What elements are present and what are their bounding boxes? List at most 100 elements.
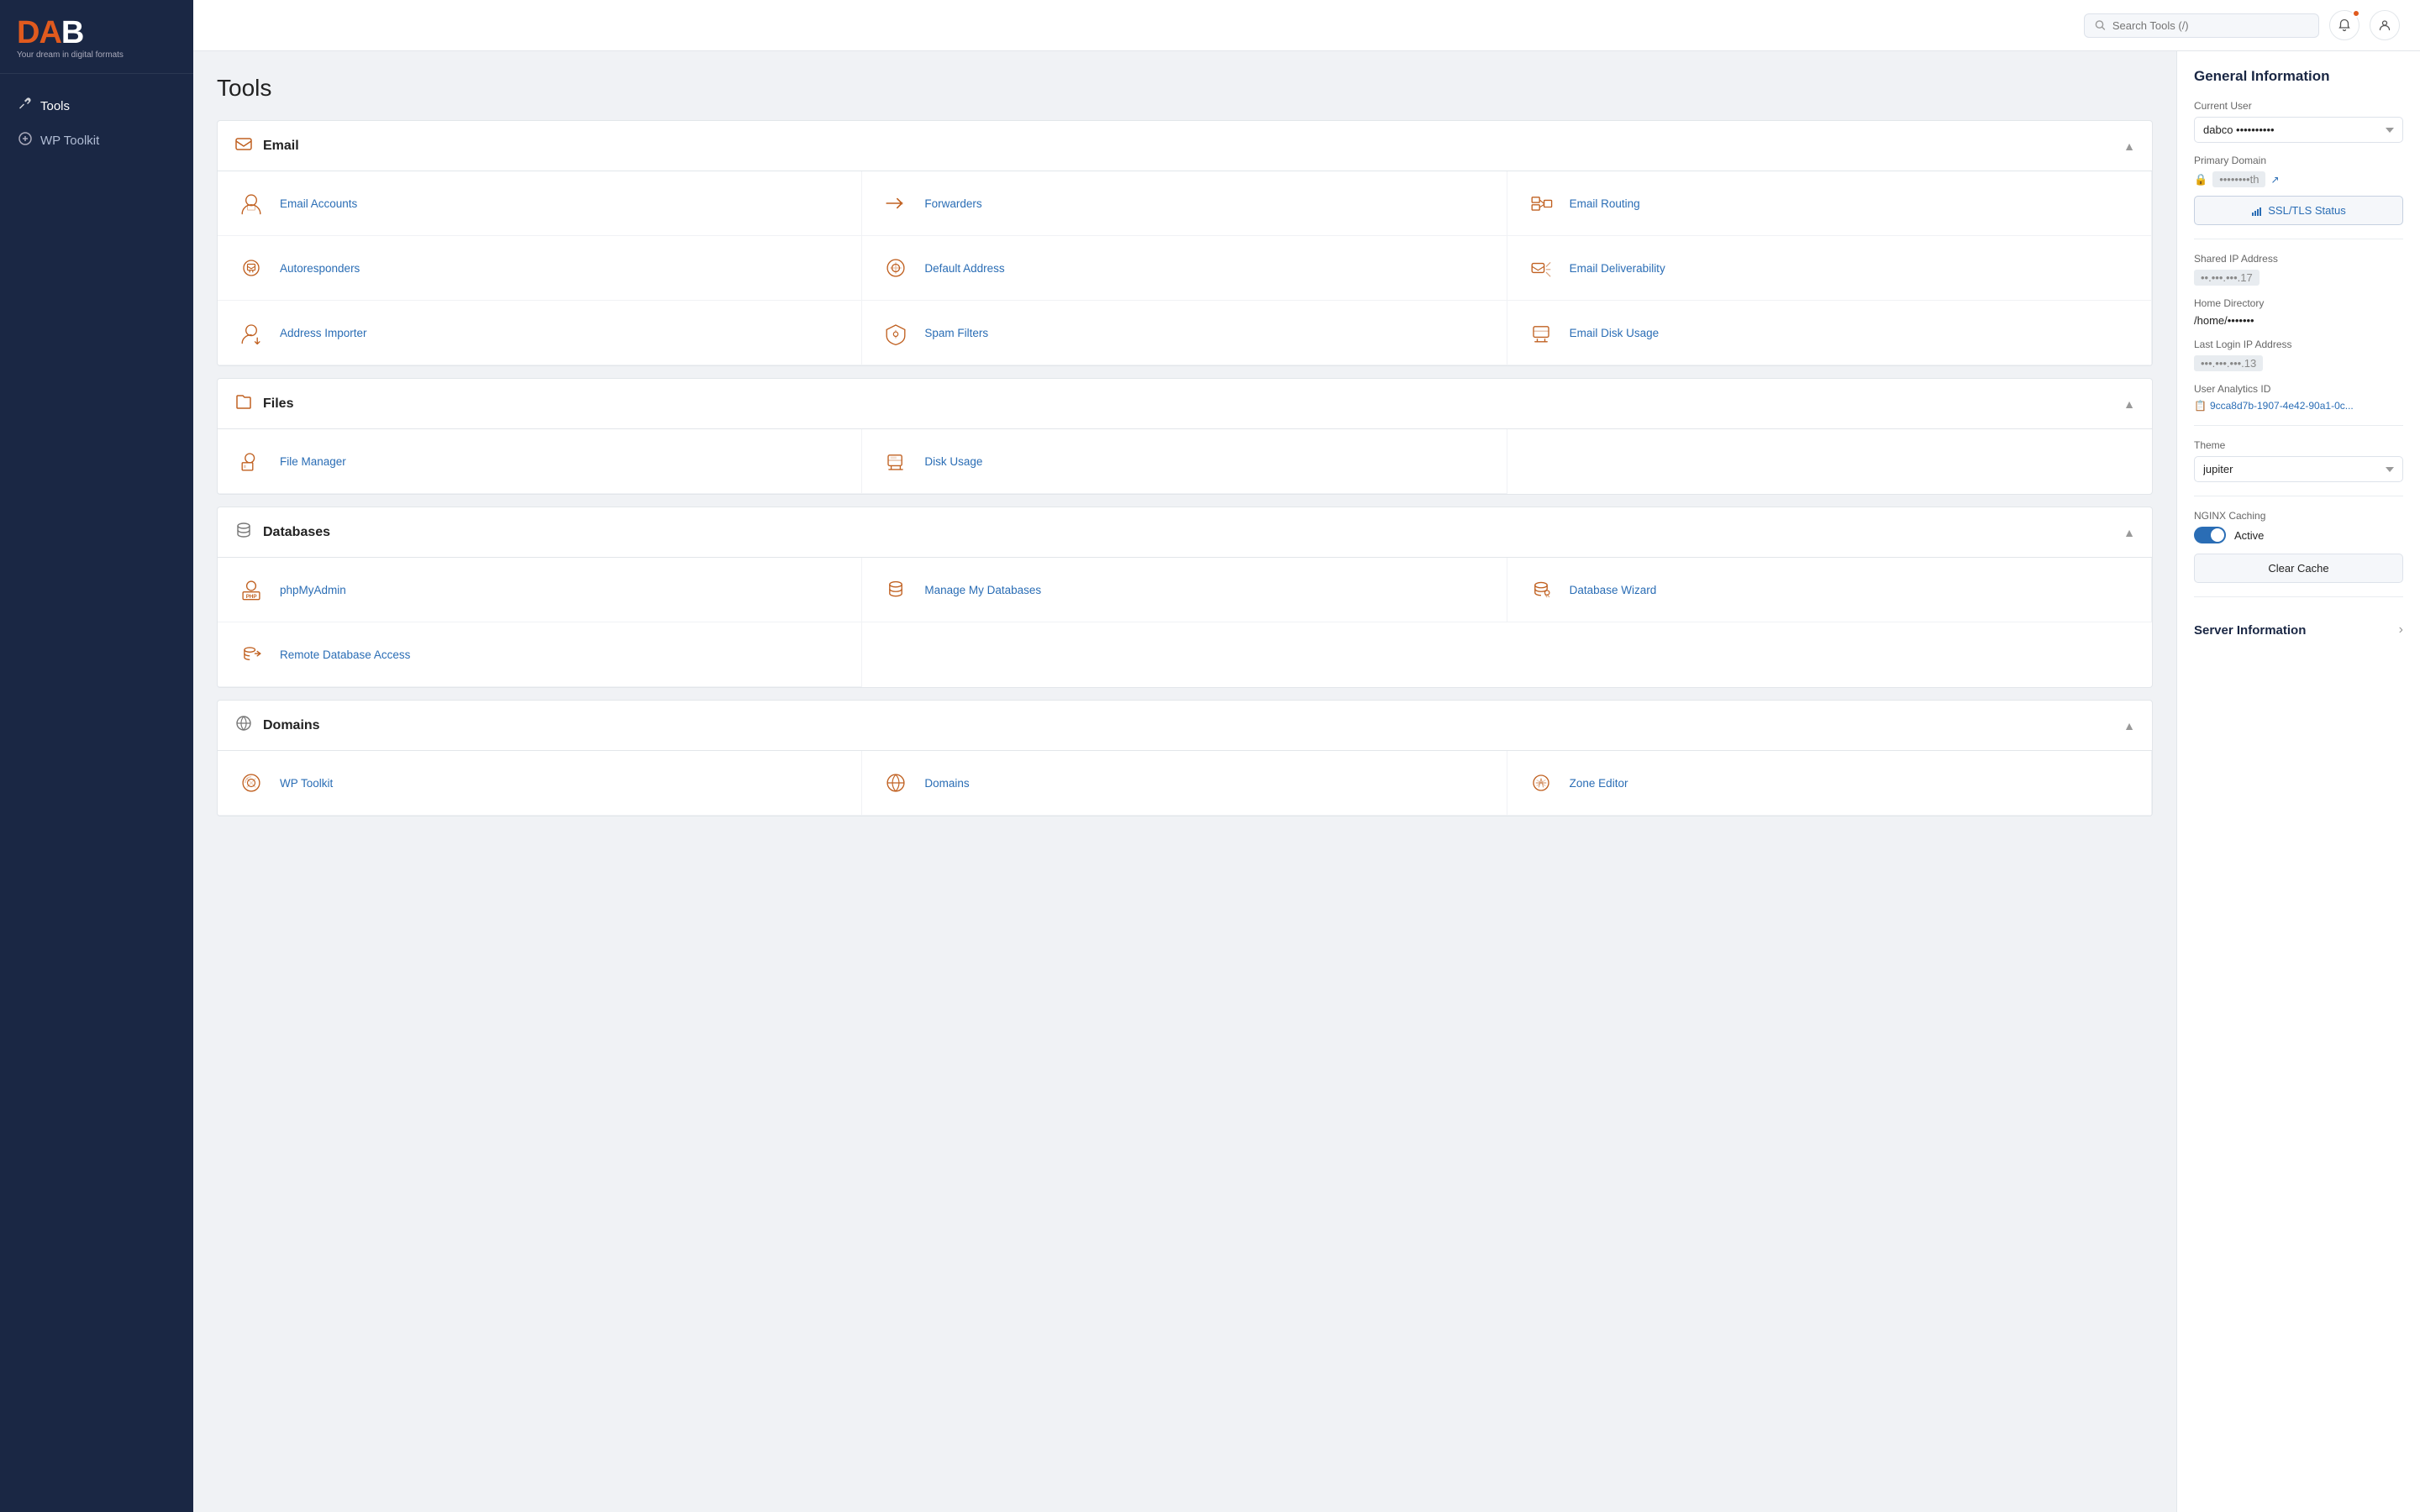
divider-4 bbox=[2194, 596, 2403, 597]
email-section-body: Email Accounts Forwarders bbox=[218, 171, 2152, 365]
tool-item-autoresponders[interactable]: Autoresponders bbox=[218, 236, 862, 301]
tool-item-email-deliverability[interactable]: Email Deliverability bbox=[1507, 236, 2152, 301]
tool-item-remote-db-access[interactable]: Remote Database Access bbox=[218, 622, 862, 687]
clear-cache-button[interactable]: Clear Cache bbox=[2194, 554, 2403, 583]
domains-chevron-icon: ▲ bbox=[2123, 719, 2135, 732]
ssl-tls-label: SSL/TLS Status bbox=[2268, 204, 2346, 217]
server-info-label: Server Information bbox=[2194, 623, 2306, 638]
search-input[interactable] bbox=[2112, 19, 2308, 32]
email-section-icon bbox=[234, 134, 253, 157]
tool-item-spam-filters[interactable]: Spam Filters bbox=[862, 301, 1507, 365]
panel-title: General Information bbox=[2194, 68, 2403, 85]
last-login-label: Last Login IP Address bbox=[2194, 339, 2403, 350]
forwarders-label: Forwarders bbox=[924, 197, 981, 210]
sidebar-item-tools[interactable]: Tools bbox=[0, 89, 193, 123]
remote-db-access-label: Remote Database Access bbox=[280, 648, 410, 661]
current-user-select[interactable]: dabco •••••••••• bbox=[2194, 117, 2403, 143]
address-importer-icon bbox=[234, 316, 268, 349]
zone-editor-icon bbox=[1524, 766, 1558, 800]
tool-item-email-accounts[interactable]: Email Accounts bbox=[218, 171, 862, 236]
autoresponders-label: Autoresponders bbox=[280, 262, 360, 275]
nginx-status-row: Active bbox=[2194, 527, 2403, 543]
wp-icon bbox=[18, 132, 32, 150]
address-importer-label: Address Importer bbox=[280, 327, 367, 339]
brand-tagline: Your dream in digital formats bbox=[17, 50, 124, 60]
files-section-icon bbox=[234, 392, 253, 415]
files-section-body: File Manager Disk Usage bbox=[218, 429, 2152, 494]
domains-section: Domains ▲ bbox=[217, 700, 2153, 816]
databases-section-header[interactable]: Databases ▲ bbox=[218, 507, 2152, 558]
ssl-tls-button[interactable]: SSL/TLS Status bbox=[2194, 196, 2403, 225]
notifications-button[interactable] bbox=[2329, 10, 2360, 40]
tool-item-disk-usage[interactable]: Disk Usage bbox=[862, 429, 1507, 494]
user-icon bbox=[2378, 18, 2391, 32]
tool-item-wp-toolkit[interactable]: WP Toolkit bbox=[218, 751, 862, 816]
home-dir-value: /home/••••••• bbox=[2194, 314, 2403, 327]
notification-badge bbox=[2352, 9, 2360, 18]
file-manager-label: File Manager bbox=[280, 455, 346, 468]
nginx-active-label: Active bbox=[2234, 529, 2264, 542]
spam-filters-label: Spam Filters bbox=[924, 327, 988, 339]
tool-item-email-disk-usage[interactable]: Email Disk Usage bbox=[1507, 301, 2152, 365]
tool-item-email-routing[interactable]: Email Routing bbox=[1507, 171, 2152, 236]
theme-select[interactable]: jupiter bbox=[2194, 456, 2403, 482]
shared-ip-value: ••.•••.•••.17 bbox=[2194, 270, 2260, 286]
tool-item-file-manager[interactable]: File Manager bbox=[218, 429, 862, 494]
divider-2 bbox=[2194, 425, 2403, 426]
tool-item-domains[interactable]: Domains bbox=[862, 751, 1507, 816]
database-wizard-icon bbox=[1524, 573, 1558, 606]
external-link-icon[interactable]: ↗ bbox=[2270, 174, 2279, 186]
email-disk-usage-icon bbox=[1524, 316, 1558, 349]
autoresponders-icon bbox=[234, 251, 268, 285]
files-section: Files ▲ File Manager bbox=[217, 378, 2153, 495]
shared-ip-label: Shared IP Address bbox=[2194, 253, 2403, 265]
domains-section-header[interactable]: Domains ▲ bbox=[218, 701, 2152, 751]
databases-section-icon bbox=[234, 521, 253, 543]
sidebar-item-wp-toolkit[interactable]: WP Toolkit bbox=[0, 123, 193, 158]
remote-db-access-icon bbox=[234, 638, 268, 671]
tool-item-zone-editor[interactable]: Zone Editor bbox=[1507, 751, 2152, 816]
user-menu-button[interactable] bbox=[2370, 10, 2400, 40]
server-info-row[interactable]: Server Information › bbox=[2194, 611, 2403, 638]
tool-item-default-address[interactable]: Default Address bbox=[862, 236, 1507, 301]
copy-icon[interactable]: 📋 bbox=[2194, 400, 2207, 412]
sidebar-logo: DAB Your dream in digital formats bbox=[0, 0, 193, 74]
spam-filters-icon bbox=[879, 316, 913, 349]
search-bar[interactable] bbox=[2084, 13, 2319, 38]
email-accounts-label: Email Accounts bbox=[280, 197, 357, 210]
nginx-caching-label: NGINX Caching bbox=[2194, 510, 2403, 522]
bell-icon bbox=[2338, 18, 2351, 32]
email-routing-label: Email Routing bbox=[1570, 197, 1640, 210]
nginx-toggle[interactable] bbox=[2194, 527, 2226, 543]
theme-label: Theme bbox=[2194, 439, 2403, 451]
wp-toolkit-item-icon bbox=[234, 766, 268, 800]
tool-item-address-importer[interactable]: Address Importer bbox=[218, 301, 862, 365]
file-manager-icon bbox=[234, 444, 268, 478]
zone-editor-label: Zone Editor bbox=[1570, 777, 1628, 790]
sidebar-nav: Tools WP Toolkit bbox=[0, 74, 193, 173]
manage-databases-label: Manage My Databases bbox=[924, 584, 1041, 596]
files-chevron-icon: ▲ bbox=[2123, 397, 2135, 411]
tool-item-forwarders[interactable]: Forwarders bbox=[862, 171, 1507, 236]
primary-domain-row: 🔒 ••••••••th ↗ bbox=[2194, 171, 2403, 187]
databases-chevron-icon: ▲ bbox=[2123, 526, 2135, 539]
phpmyadmin-label: phpMyAdmin bbox=[280, 584, 346, 596]
tool-item-phpmyadmin[interactable]: PHP phpMyAdmin bbox=[218, 558, 862, 622]
domains-section-body: WP Toolkit Domains bbox=[218, 751, 2152, 816]
email-chevron-icon: ▲ bbox=[2123, 139, 2135, 153]
sidebar-item-wp-label: WP Toolkit bbox=[40, 134, 99, 148]
tool-item-database-wizard[interactable]: Database Wizard bbox=[1507, 558, 2152, 622]
email-deliverability-label: Email Deliverability bbox=[1570, 262, 1665, 275]
wp-toolkit-item-label: WP Toolkit bbox=[280, 777, 333, 790]
email-section: Email ▲ Email Accoun bbox=[217, 120, 2153, 366]
domains-item-label: Domains bbox=[924, 777, 969, 790]
email-routing-icon bbox=[1524, 186, 1558, 220]
phpmyadmin-icon: PHP bbox=[234, 573, 268, 606]
default-address-icon bbox=[879, 251, 913, 285]
analytics-id-value: 📋 9cca8d7b-1907-4e42-90a1-0c... bbox=[2194, 400, 2403, 412]
email-section-header[interactable]: Email ▲ bbox=[218, 121, 2152, 171]
tool-item-manage-databases[interactable]: Manage My Databases bbox=[862, 558, 1507, 622]
files-section-header[interactable]: Files ▲ bbox=[218, 379, 2152, 429]
primary-domain-value: ••••••••th bbox=[2212, 171, 2265, 187]
email-deliverability-icon bbox=[1524, 251, 1558, 285]
